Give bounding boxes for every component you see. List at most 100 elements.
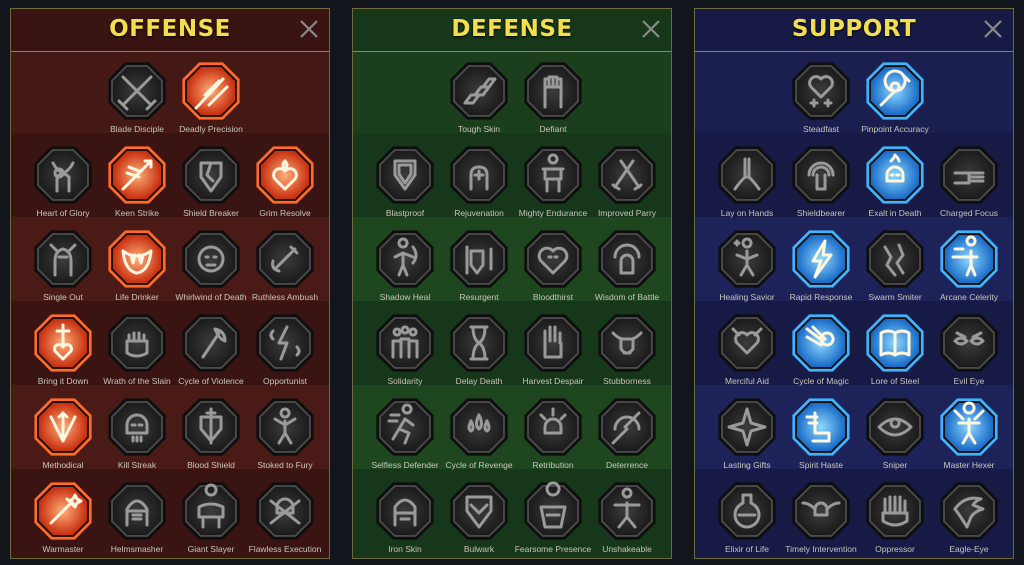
skill-blade-disciple[interactable]: Blade Disciple	[100, 59, 174, 143]
giant-icon	[182, 482, 240, 540]
skill-grim-resolve[interactable]: Grim Resolve	[248, 143, 322, 227]
skill-shield-breaker[interactable]: Shield Breaker	[174, 143, 248, 227]
skill-unshakeable[interactable]: Unshakeable	[590, 479, 664, 558]
defense-panel: DEFENSE Tough Skin Defiant Blastproof Rejuve…	[352, 8, 672, 559]
panel-header: DEFENSE	[353, 9, 671, 52]
skill-lay-on-hands[interactable]: Lay on Hands	[710, 143, 784, 227]
skill-giant-slayer[interactable]: Giant Slayer	[174, 479, 248, 558]
raging-figure-icon	[256, 398, 314, 456]
skill-master-hexer[interactable]: Master Hexer	[932, 395, 1006, 479]
skill-helmsmasher[interactable]: Helmsmasher	[100, 479, 174, 558]
skill-rejuvenation[interactable]: Rejuvenation	[442, 143, 516, 227]
chained-bolt-icon	[256, 314, 314, 372]
skill-deadly-precision[interactable]: Deadly Precision	[174, 59, 248, 143]
skill-rapid-response[interactable]: Rapid Response	[784, 227, 858, 311]
close-button[interactable]	[639, 17, 663, 41]
skill-label: Opportunist	[263, 376, 307, 386]
skill-wrath-of-the-slain[interactable]: Wrath of the Slain	[100, 311, 174, 395]
skill-healing-savior[interactable]: Healing Savior	[710, 227, 784, 311]
skill-pinpoint-accuracy[interactable]: Pinpoint Accuracy	[858, 59, 932, 143]
skill-ruthless-ambush[interactable]: Ruthless Ambush	[248, 227, 322, 311]
skill-bulwark[interactable]: Bulwark	[442, 479, 516, 558]
skill-kill-streak[interactable]: Kill Streak	[100, 395, 174, 479]
skill-spirit-haste[interactable]: Spirit Haste	[784, 395, 858, 479]
skill-cycle-of-magic[interactable]: Cycle of Magic	[784, 311, 858, 395]
skill-solidarity[interactable]: Solidarity	[368, 311, 442, 395]
skill-charged-focus[interactable]: Charged Focus	[932, 143, 1006, 227]
sword-heart-icon	[34, 314, 92, 372]
deflect-icon	[598, 398, 656, 456]
armored-head-icon	[376, 482, 434, 540]
skill-evil-eye[interactable]: Evil Eye	[932, 311, 1006, 395]
knight-shield-icon	[450, 230, 508, 288]
skill-label: Pinpoint Accuracy	[861, 124, 929, 134]
skull-cross-icon	[256, 482, 314, 540]
skill-delay-death[interactable]: Delay Death	[442, 311, 516, 395]
close-button[interactable]	[981, 17, 1005, 41]
voodoo-doll-icon	[940, 398, 998, 456]
crossed-swords-icon	[108, 62, 166, 120]
skill-mighty-endurance[interactable]: Mighty Endurance	[516, 143, 590, 227]
skill-flawless-execution[interactable]: Flawless Execution	[248, 479, 322, 558]
broken-shield-icon	[182, 146, 240, 204]
skill-methodical[interactable]: Methodical	[26, 395, 100, 479]
skill-cycle-of-revenge[interactable]: Cycle of Revenge	[442, 395, 516, 479]
skill-stubborness[interactable]: Stubborness	[590, 311, 664, 395]
skill-lasting-gifts[interactable]: Lasting Gifts	[710, 395, 784, 479]
skill-swarm-smiter[interactable]: Swarm Smiter	[858, 227, 932, 311]
skill-bloodthirst[interactable]: Bloodthirst	[516, 227, 590, 311]
chevron-shield-icon	[450, 482, 508, 540]
skill-sniper[interactable]: Sniper	[858, 395, 932, 479]
skill-heart-of-glory[interactable]: Heart of Glory	[26, 143, 100, 227]
spear-strike-icon	[108, 146, 166, 204]
skill-cycle-of-violence[interactable]: Cycle of Violence	[174, 311, 248, 395]
skill-steadfast[interactable]: Steadfast	[784, 59, 858, 143]
halo-head-icon	[598, 230, 656, 288]
skill-arcane-celerity[interactable]: Arcane Celerity	[932, 227, 1006, 311]
skill-retribution[interactable]: Retribution	[516, 395, 590, 479]
skill-wisdom-of-battle[interactable]: Wisdom of Battle	[590, 227, 664, 311]
skill-deterrence[interactable]: Deterrence	[590, 395, 664, 479]
skill-life-drinker[interactable]: Life Drinker	[100, 227, 174, 311]
skill-whirlwind-of-death[interactable]: Whirlwind of Death	[174, 227, 248, 311]
skill-harvest-despair[interactable]: Harvest Despair	[516, 311, 590, 395]
skill-iron-skin[interactable]: Iron Skin	[368, 479, 442, 558]
skill-label: Stoked to Fury	[257, 460, 313, 470]
skill-selfless-defender[interactable]: Selfless Defender	[368, 395, 442, 479]
skill-shadow-heal[interactable]: Shadow Heal	[368, 227, 442, 311]
praying-hands-icon	[718, 146, 776, 204]
ambush-dagger-icon	[256, 230, 314, 288]
skill-lore-of-steel[interactable]: Lore of Steel	[858, 311, 932, 395]
arrow-burst-icon	[34, 398, 92, 456]
skull-icon	[108, 398, 166, 456]
skill-warmaster[interactable]: Warmaster	[26, 479, 100, 558]
skill-shieldbearer[interactable]: Shieldbearer	[784, 143, 858, 227]
skill-keen-strike[interactable]: Keen Strike	[100, 143, 174, 227]
skill-defiant[interactable]: Defiant	[516, 59, 590, 143]
layered-shield-icon	[376, 146, 434, 204]
skill-improved-parry[interactable]: Improved Parry	[590, 143, 664, 227]
close-button[interactable]	[297, 17, 321, 41]
skill-merciful-aid[interactable]: Merciful Aid	[710, 311, 784, 395]
drops-icon	[450, 398, 508, 456]
skill-blood-shield[interactable]: Blood Shield	[174, 395, 248, 479]
knight-target-icon	[34, 230, 92, 288]
skill-single-out[interactable]: Single Out	[26, 227, 100, 311]
skill-fearsome-presence[interactable]: Fearsome Presence	[515, 479, 591, 558]
skill-eagle-eye[interactable]: Eagle-Eye	[932, 479, 1006, 558]
skill-stoked-to-fury[interactable]: Stoked to Fury	[248, 395, 322, 479]
skill-tough-skin[interactable]: Tough Skin	[442, 59, 516, 143]
skill-exalt-in-death[interactable]: Exalt in Death	[858, 143, 932, 227]
warlord-icon	[524, 481, 582, 540]
skill-bring-it-down[interactable]: Bring it Down	[26, 311, 100, 395]
skill-timely-intervention[interactable]: Timely Intervention	[784, 479, 858, 558]
skill-label: Stubborness	[603, 376, 651, 386]
skill-blastproof[interactable]: Blastproof	[368, 143, 442, 227]
skill-oppressor[interactable]: Oppressor	[858, 479, 932, 558]
spiked-skull-icon	[524, 398, 582, 456]
glaring-eyes-icon	[940, 314, 998, 372]
skill-elixir-of-life[interactable]: Elixir of Life	[710, 479, 784, 558]
skill-resurgent[interactable]: Resurgent	[442, 227, 516, 311]
whirlwind-skull-icon	[182, 230, 240, 288]
skill-opportunist[interactable]: Opportunist	[248, 311, 322, 395]
